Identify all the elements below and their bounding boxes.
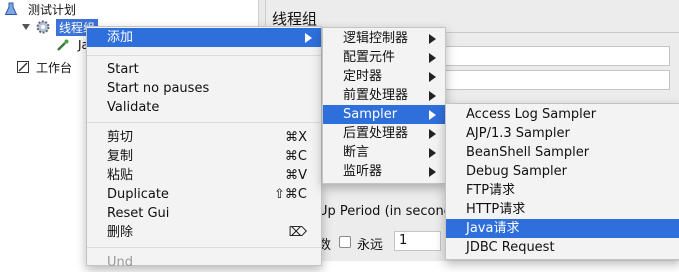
submenu-arrow-icon [429,148,436,158]
workbench-icon [16,60,30,74]
tree-label-workbench: 工作台 [36,60,73,75]
menu-item-paste[interactable]: 粘贴 ⌘V [87,166,321,185]
menu-item-logic-controller[interactable]: 逻辑控制器 [323,29,445,48]
submenu-arrow-icon [429,34,436,44]
menu-item-debug-sampler[interactable]: Debug Sampler [446,162,679,181]
cut-shortcut: ⌘X [285,130,307,145]
tree-node-workbench[interactable]: 工作台 [16,58,72,76]
flask-icon [4,2,18,16]
menu-item-reset-gui[interactable]: Reset Gui [87,204,321,223]
menu-item-cut[interactable]: 剪切 ⌘X [87,128,321,147]
menu-item-ftp-request[interactable]: FTP请求 [446,181,679,200]
menu-item-java-request[interactable]: Java请求 [446,219,679,238]
menu-item-jdbc-request[interactable]: JDBC Request [446,238,679,257]
menu-item-undo[interactable]: Und [87,253,321,272]
menu-item-start-no-pauses[interactable]: Start no pauses [87,79,321,98]
menu-separator [87,247,321,248]
submenu-arrow-icon [429,167,436,177]
tree-node-java-request[interactable]: Ja [56,36,89,54]
menu-item-http-request[interactable]: HTTP请求 [446,200,679,219]
loop-count-value: 1 [399,233,408,248]
menu-item-copy[interactable]: 复制 ⌘C [87,147,321,166]
menu-item-pre-processor[interactable]: 前置处理器 [323,86,445,105]
ramp-up-label: Up Period (in second [318,204,452,219]
menu-item-post-processor[interactable]: 后置处理器 [323,124,445,143]
menu-item-start[interactable]: Start [87,60,321,79]
menu-item-listener[interactable]: 监听器 [323,162,445,181]
menu-item-config-element[interactable]: 配置元件 [323,48,445,67]
submenu-arrow-icon [429,72,436,82]
pipette-icon [56,38,70,52]
menu-item-add[interactable]: 添加 [87,28,321,47]
menu-item-timer[interactable]: 定时器 [323,67,445,86]
submenu-arrow-icon [429,110,436,120]
forever-label: 永远 [357,238,384,253]
menu-item-delete[interactable]: 删除 ⌦ [87,223,321,242]
paste-shortcut: ⌘V [285,168,307,183]
menu-item-beanshell-sampler[interactable]: BeanShell Sampler [446,143,679,162]
forever-checkbox[interactable] [339,236,351,248]
comment-field[interactable] [440,70,670,90]
menu-item-access-log-sampler[interactable]: Access Log Sampler [446,105,679,124]
submenu-arrow-icon [429,53,436,63]
copy-shortcut: ⌘C [284,149,307,164]
submenu-arrow-icon [429,91,436,101]
duplicate-shortcut: ⇧⌘C [274,187,307,202]
menu-item-duplicate[interactable]: Duplicate ⇧⌘C [87,185,321,204]
name-field[interactable] [440,46,670,66]
gear-icon [36,20,50,34]
menu-item-assertion[interactable]: 断言 [323,143,445,162]
tree-label-test-plan: 测试计划 [28,2,77,17]
menu-item-ajp-sampler[interactable]: AJP/1.3 Sampler [446,124,679,143]
menu-separator [87,122,321,123]
expand-arrow-icon[interactable] [22,24,30,30]
sampler-submenu: Access Log Sampler AJP/1.3 Sampler BeanS… [445,103,679,260]
menu-item-sampler[interactable]: Sampler [323,105,445,124]
submenu-arrow-icon [429,129,436,139]
menu-item-validate[interactable]: Validate [87,98,321,117]
tree-node-test-plan[interactable]: 测试计划 [4,0,76,18]
submenu-arrow-icon [305,33,312,43]
context-menu: 添加 Start Start no pauses Validate 剪切 ⌘X … [86,26,322,270]
loop-count-input[interactable]: 1 [394,231,441,251]
add-submenu: 逻辑控制器 配置元件 定时器 前置处理器 Sampler 后置处理器 断言 监听… [322,27,446,184]
delete-key-icon: ⌦ [288,225,307,240]
menu-separator [87,55,321,56]
